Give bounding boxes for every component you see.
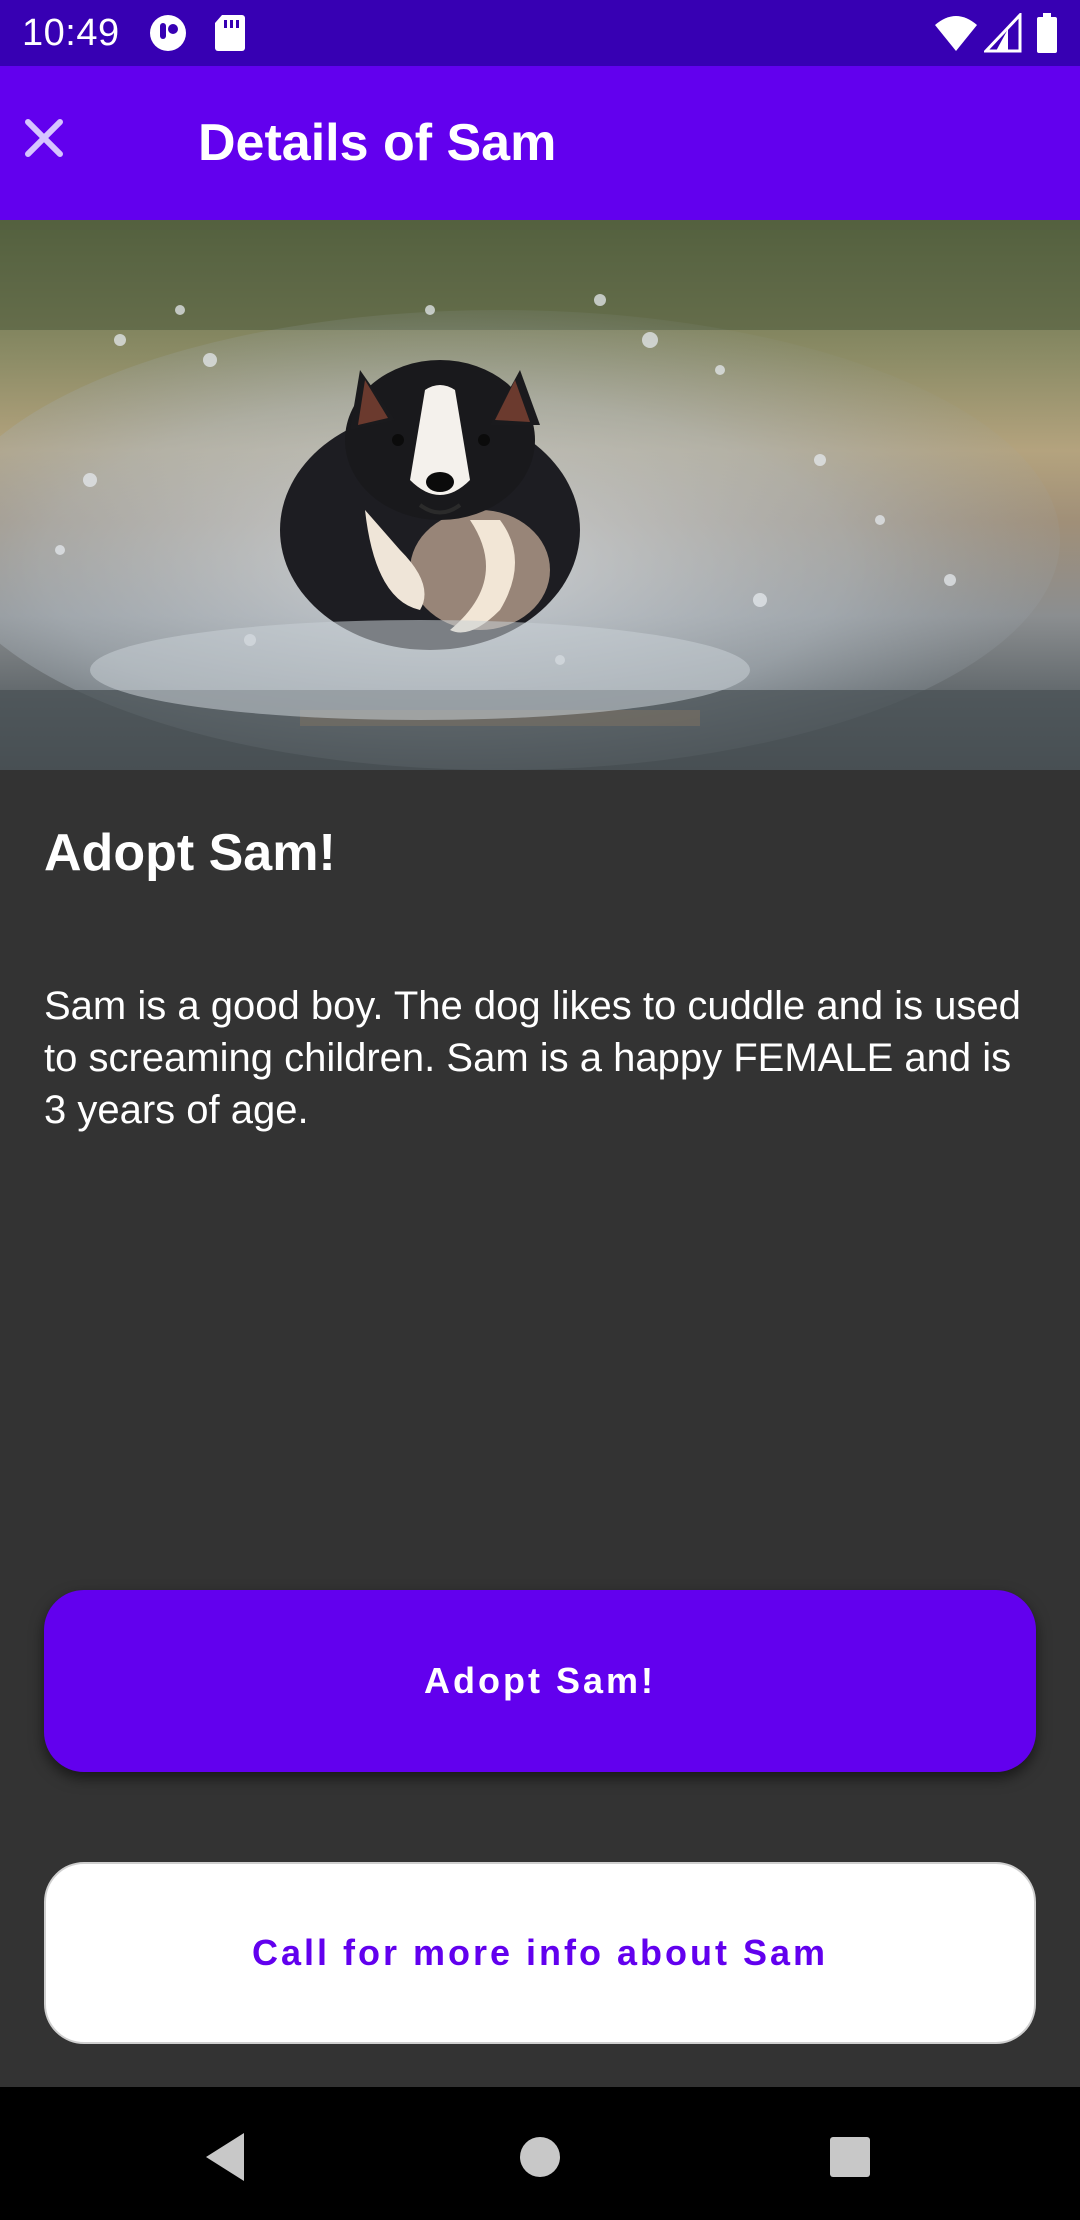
recents-icon <box>830 2137 870 2177</box>
adopt-heading: Adopt Sam! <box>44 824 336 882</box>
page-title: Details of Sam <box>198 114 557 172</box>
close-button[interactable] <box>0 94 88 182</box>
app-bar: Details of Sam <box>0 66 1080 220</box>
recents-button[interactable] <box>810 2117 890 2197</box>
adopt-button[interactable]: Adopt Sam! <box>44 1590 1036 1772</box>
pet-description: Sam is a good boy. The dog likes to cudd… <box>44 984 1021 1132</box>
sd-card-icon <box>215 15 245 51</box>
status-time: 10:49 <box>22 12 120 54</box>
battery-icon <box>1037 13 1057 53</box>
cell-signal-icon <box>984 13 1022 53</box>
dog-photo-illustration <box>0 220 1080 770</box>
home-icon <box>520 2137 560 2177</box>
dog-photo <box>0 220 1080 770</box>
notification-app-icon <box>150 15 186 51</box>
details-screen: 10:49 Details of Sam Adopt Sam! Sam is a… <box>0 0 1080 2220</box>
wifi-icon <box>935 16 977 51</box>
status-bar: 10:49 <box>0 0 1080 66</box>
back-icon <box>206 2133 244 2181</box>
call-for-info-button[interactable]: Call for more info about Sam <box>44 1862 1036 2044</box>
system-nav-bar <box>0 2087 1080 2220</box>
home-button[interactable] <box>500 2117 580 2197</box>
close-icon <box>25 119 63 157</box>
back-button[interactable] <box>186 2117 266 2197</box>
